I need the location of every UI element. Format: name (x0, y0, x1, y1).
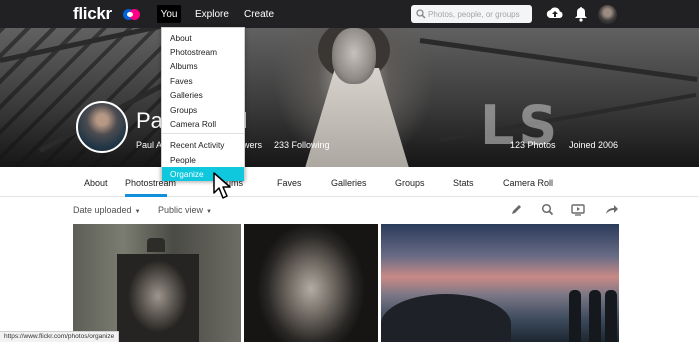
slideshow-icon[interactable] (571, 203, 585, 216)
active-tab-indicator (125, 194, 167, 197)
view-dropdown[interactable]: Public view ▼ (158, 205, 212, 215)
share-icon[interactable] (605, 203, 619, 216)
photo-thumbnail[interactable] (73, 224, 241, 342)
profile-subnav: About Photostream Albums Faves Galleries… (0, 167, 699, 197)
upload-icon[interactable] (546, 5, 564, 23)
flickr-dots-icon[interactable] (123, 9, 141, 20)
profile-name-start: Pa (136, 108, 163, 133)
nav-create-link[interactable]: Create (244, 9, 274, 20)
top-navigation-bar: flickr You Explore Create (0, 0, 699, 28)
notifications-bell-icon[interactable] (574, 5, 588, 23)
tab-stats[interactable]: Stats (453, 178, 474, 188)
nav-explore-link[interactable]: Explore (195, 9, 229, 20)
browser-status-url: https://www.flickr.com/photos/organize (0, 331, 120, 342)
chevron-down-icon: ▼ (206, 209, 212, 215)
photo-thumbnail[interactable] (381, 224, 619, 342)
you-dropdown-menu: About Photostream Albums Faves Galleries… (161, 27, 245, 181)
menu-item-albums[interactable]: Albums (162, 59, 244, 73)
tab-groups[interactable]: Groups (395, 178, 425, 188)
edit-pencil-icon[interactable] (510, 203, 523, 216)
profile-followers[interactable]: wers (243, 140, 262, 150)
profile-username: Paul A (136, 140, 162, 150)
profile-joined: Joined 2006 (569, 140, 619, 150)
tab-galleries[interactable]: Galleries (331, 178, 367, 188)
menu-item-faves[interactable]: Faves (162, 74, 244, 88)
chevron-down-icon: ▼ (134, 209, 141, 215)
photo-thumbnail[interactable] (244, 224, 378, 342)
search-box[interactable] (411, 5, 532, 23)
profile-avatar[interactable] (76, 101, 128, 153)
search-input[interactable] (428, 7, 528, 21)
account-avatar[interactable] (598, 5, 617, 24)
menu-item-galleries[interactable]: Galleries (162, 88, 244, 102)
profile-following[interactable]: 233 Following (274, 140, 330, 150)
search-icon (416, 9, 426, 19)
menu-item-camera-roll[interactable]: Camera Roll (162, 117, 244, 131)
profile-photo-count: 123 Photos (510, 140, 556, 150)
menu-item-photostream[interactable]: Photostream (162, 45, 244, 59)
tab-faves[interactable]: Faves (277, 178, 302, 188)
tab-camera-roll[interactable]: Camera Roll (503, 178, 553, 188)
flickr-logo[interactable]: flickr (73, 4, 112, 24)
mouse-cursor-icon (213, 172, 231, 199)
tab-about[interactable]: About (84, 178, 108, 188)
menu-item-groups[interactable]: Groups (162, 103, 244, 117)
menu-item-people[interactable]: People (162, 153, 244, 167)
view-label: Public view (158, 205, 204, 215)
sort-label: Date uploaded (73, 205, 132, 215)
sort-dropdown[interactable]: Date uploaded ▼ (73, 205, 141, 215)
menu-divider (162, 133, 244, 134)
menu-item-about[interactable]: About (162, 31, 244, 45)
menu-item-recent-activity[interactable]: Recent Activity (162, 138, 244, 152)
search-icon[interactable] (541, 203, 554, 216)
nav-you-link[interactable]: You (157, 5, 181, 23)
